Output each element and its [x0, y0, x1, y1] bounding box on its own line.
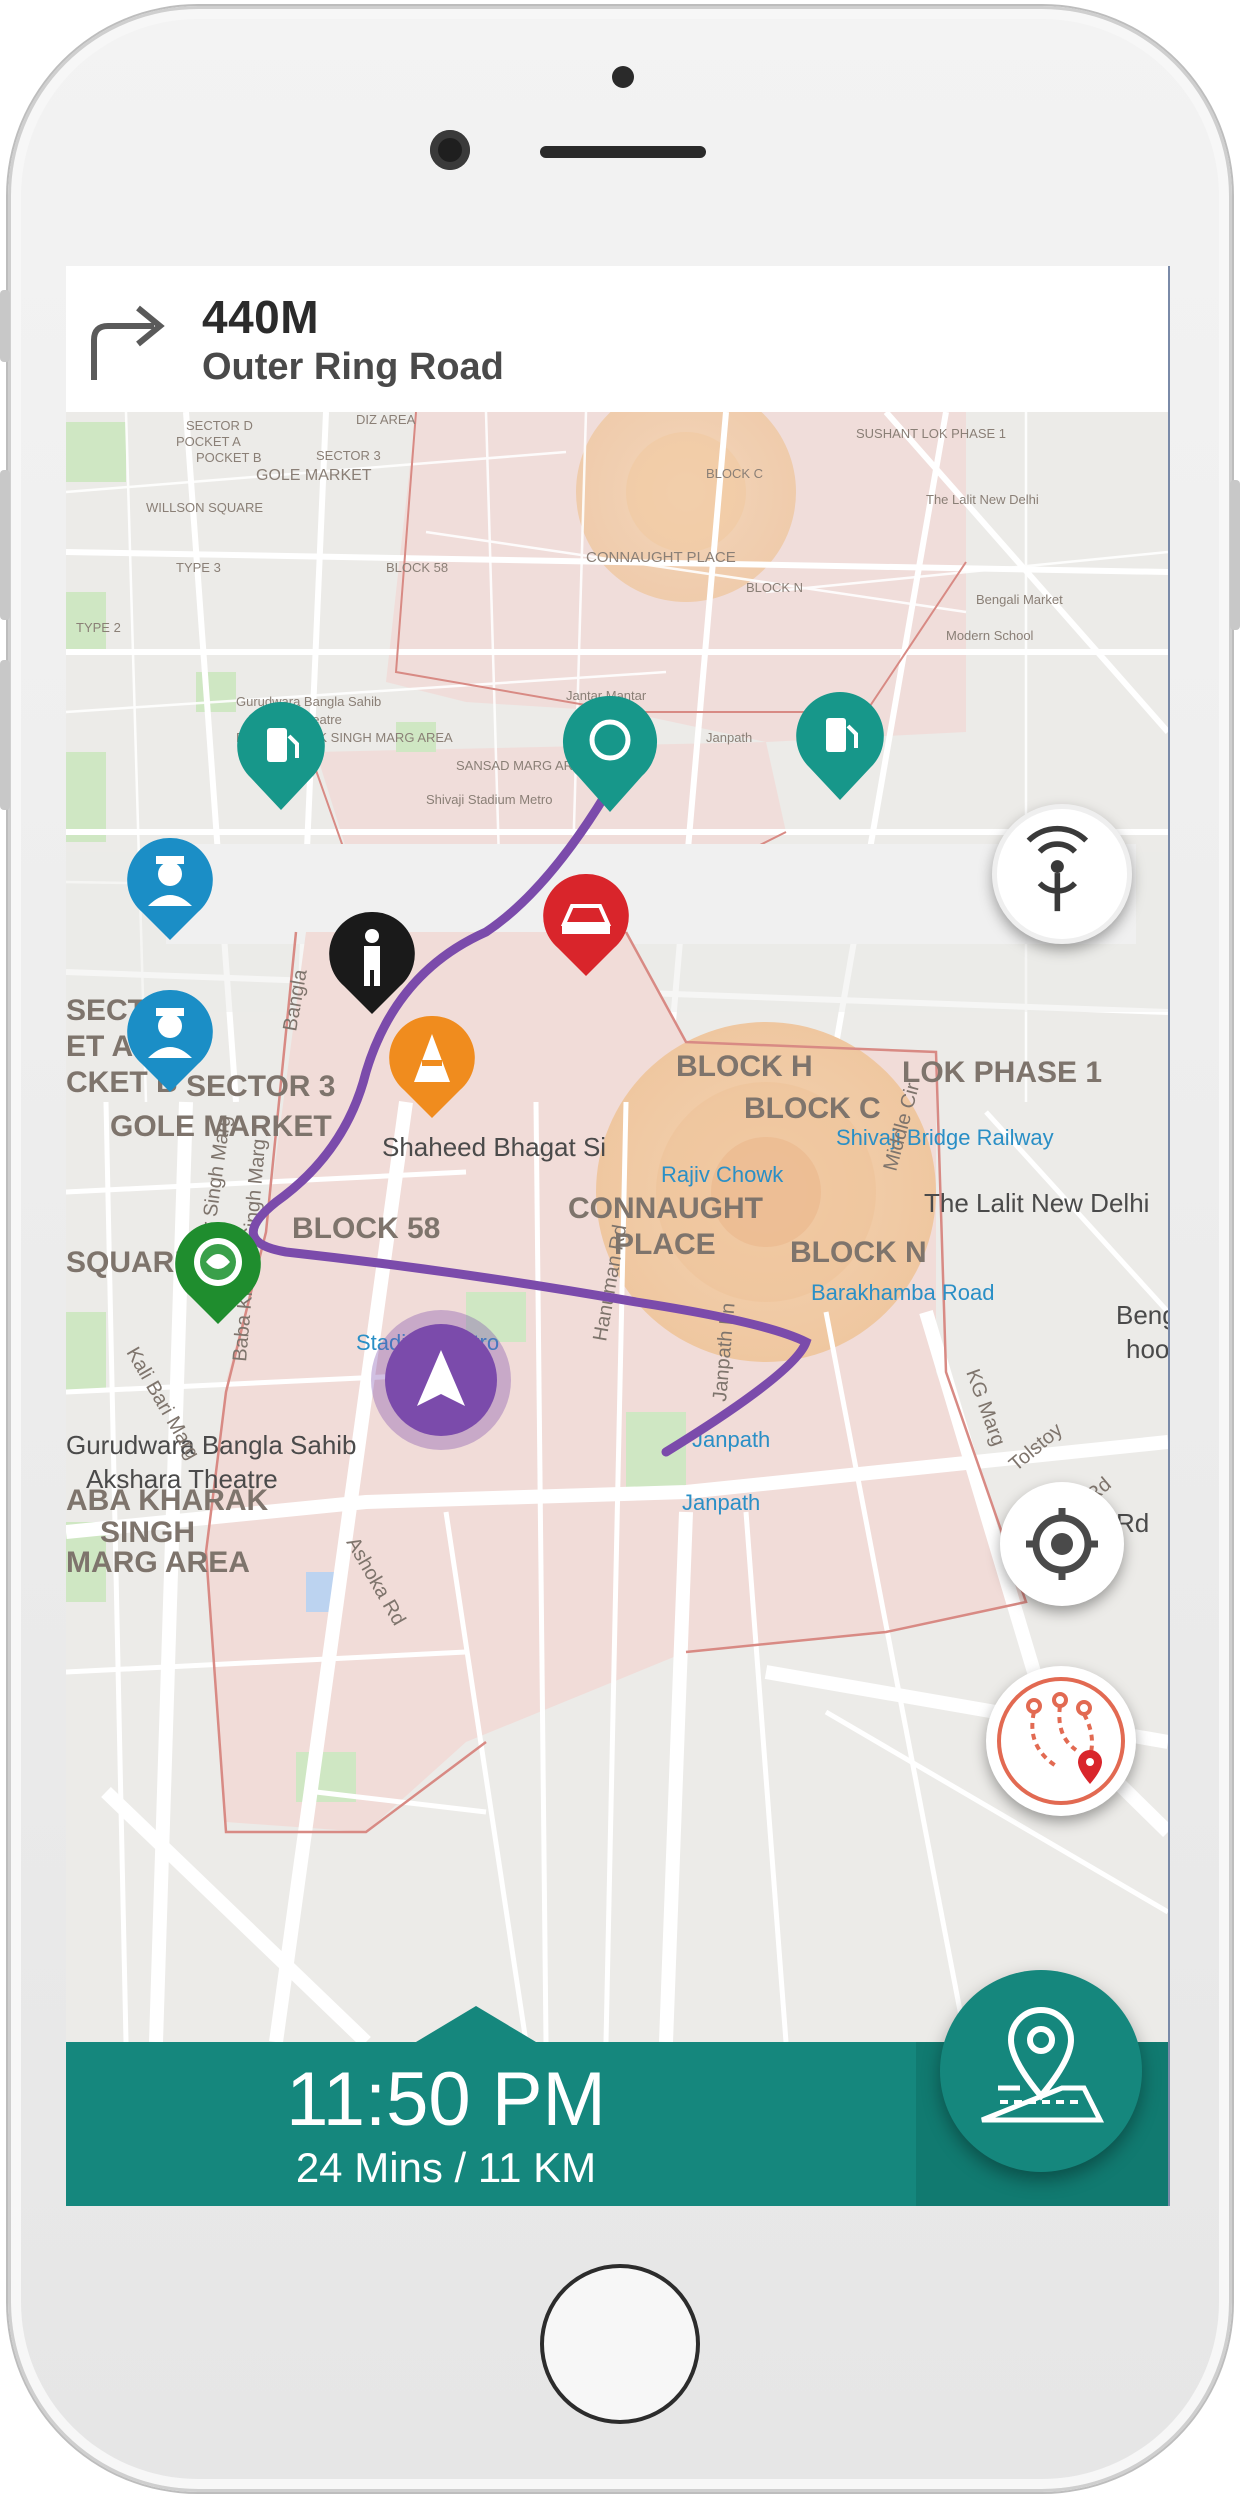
eta-bar-notch — [416, 2006, 536, 2042]
fuel-pump-icon — [826, 718, 846, 752]
front-camera — [430, 130, 470, 170]
map-label: Rajiv Chowk — [661, 1162, 784, 1187]
map-label: POCKET A — [176, 434, 241, 449]
route-options-button[interactable] — [986, 1666, 1136, 1816]
map-label: BLOCK N — [790, 1236, 927, 1269]
person-icon — [365, 929, 379, 943]
map-label: Bengali Market — [976, 592, 1063, 607]
map-label: WILLSON SQUARE — [146, 500, 263, 515]
map-label: MARG AREA — [66, 1546, 250, 1579]
map-label: Shivaji Bridge Railway — [836, 1125, 1054, 1150]
map-pin-icon — [981, 2006, 1105, 2123]
fuel-pump-icon — [267, 728, 287, 762]
police-officer-icon — [158, 862, 182, 886]
map-label: ET A — [66, 1030, 133, 1063]
map-label: SECTOR D — [186, 418, 253, 433]
proximity-sensor — [612, 66, 634, 88]
map-label: The Lalit New Delhi — [926, 492, 1039, 507]
map-label: CONNAUGHT PLACE — [586, 549, 736, 566]
map-label: CONNAUGHT — [568, 1192, 763, 1225]
power-button — [1230, 480, 1240, 630]
device-mockup: 440M Outer Ring Road SECTOR D POCKET A P… — [0, 0, 1240, 2498]
map-label: Akshara Theatre — [86, 1464, 278, 1494]
map-label: SQUARE — [66, 1246, 194, 1279]
street-name: Outer Ring Road — [202, 346, 504, 388]
map-label: Shaheed Bhagat Si — [382, 1132, 606, 1162]
map-label: SUSHANT LOK PHASE 1 — [856, 426, 1006, 441]
map-label: LOK PHASE 1 — [902, 1056, 1102, 1089]
map-label: Janpath — [682, 1490, 760, 1515]
map-label: Janpath — [706, 730, 752, 745]
mute-switch — [0, 290, 10, 362]
recenter-button[interactable] — [1000, 1482, 1124, 1606]
map-label: BLOCK C — [744, 1092, 881, 1125]
map-label: SECTOR 3 — [316, 448, 381, 463]
current-location-puck — [371, 1310, 511, 1450]
map-label: Gurudwara Bangla Sahib — [66, 1430, 357, 1460]
police-officer-icon — [158, 1014, 182, 1038]
radio-tower-icon — [1026, 825, 1089, 912]
crosshair-icon — [1026, 1508, 1098, 1580]
map-label: DIZ AREA — [356, 412, 416, 427]
map-label: GOLE MARKET — [256, 467, 372, 484]
turn-right-arrow-icon — [91, 305, 165, 380]
map-label: BLOCK 58 — [386, 560, 448, 575]
volume-up-button — [0, 470, 10, 620]
map-label: POCKET B — [196, 450, 262, 465]
home-button[interactable] — [540, 2264, 700, 2424]
volume-down-button — [0, 660, 10, 810]
earpiece-speaker — [540, 146, 706, 158]
map-label: Shivaji Stadium Metro — [426, 792, 552, 807]
map-label: BLOCK H — [676, 1050, 813, 1083]
map-label: BLOCK C — [706, 466, 763, 481]
map-label: The Lalit New Delhi — [924, 1188, 1149, 1218]
map-label: Barakhamba Road — [811, 1280, 994, 1305]
map-label: BLOCK N — [746, 580, 803, 595]
turn-instruction-bar: 440M Outer Ring Road — [66, 266, 1168, 412]
radio-signal-button[interactable] — [992, 804, 1132, 944]
map-label: Beng — [1116, 1300, 1168, 1330]
app-screen: 440M Outer Ring Road SECTOR D POCKET A P… — [66, 266, 1170, 2206]
map-label: BLOCK 58 — [292, 1212, 440, 1245]
map-label: SINGH — [100, 1516, 195, 1549]
route-planner-icon — [997, 1677, 1125, 1805]
map-label: hool — [1126, 1334, 1168, 1364]
arrival-time: 11:50 PM — [286, 2057, 606, 2142]
turn-distance: 440M — [202, 291, 320, 343]
map-label: TYPE 2 — [76, 620, 121, 635]
trip-duration-distance: 24 Mins / 11 KM — [295, 2144, 597, 2191]
map-label: Gurudwara Bangla Sahib — [236, 694, 381, 709]
navigate-location-button[interactable] — [940, 1970, 1142, 2172]
map-label: SECTOR 3 — [186, 1070, 336, 1103]
map-label: TYPE 3 — [176, 560, 221, 575]
map-label: Modern School — [946, 628, 1034, 643]
